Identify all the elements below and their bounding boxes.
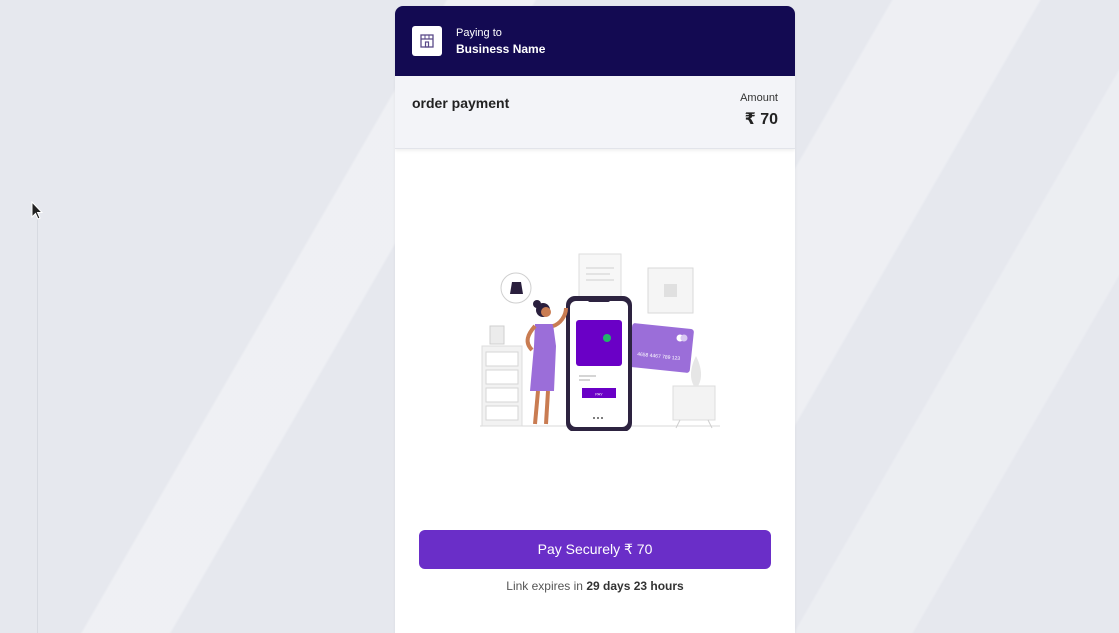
payment-header: Paying to Business Name: [395, 6, 795, 76]
mouse-cursor-icon: [31, 201, 43, 220]
business-name: Business Name: [456, 41, 546, 56]
amount-section: Amount ₹ 70: [740, 92, 778, 148]
amount-value: ₹ 70: [744, 111, 778, 128]
store-icon: [412, 26, 442, 56]
order-summary: order payment Amount ₹ 70: [395, 76, 795, 149]
background-divider: [37, 215, 38, 633]
phone-pay-button: PAY: [595, 392, 603, 397]
paying-to-label: Paying to: [456, 26, 502, 39]
amount-label: Amount: [740, 92, 778, 104]
expiry-prefix: Link expires in: [506, 579, 583, 593]
expiry-duration: 29 days 23 hours: [586, 579, 684, 593]
link-expiry: Link expires in 29 days 23 hours: [395, 579, 795, 593]
merchant-info: Paying to Business Name: [456, 26, 545, 57]
pay-securely-button[interactable]: Pay Securely ₹ 70: [419, 530, 771, 569]
payment-illustration: 4658 4467 789 123 PAY: [480, 253, 720, 431]
order-description: order payment: [412, 95, 510, 111]
payment-card: Paying to Business Name order payment Am…: [395, 6, 795, 633]
